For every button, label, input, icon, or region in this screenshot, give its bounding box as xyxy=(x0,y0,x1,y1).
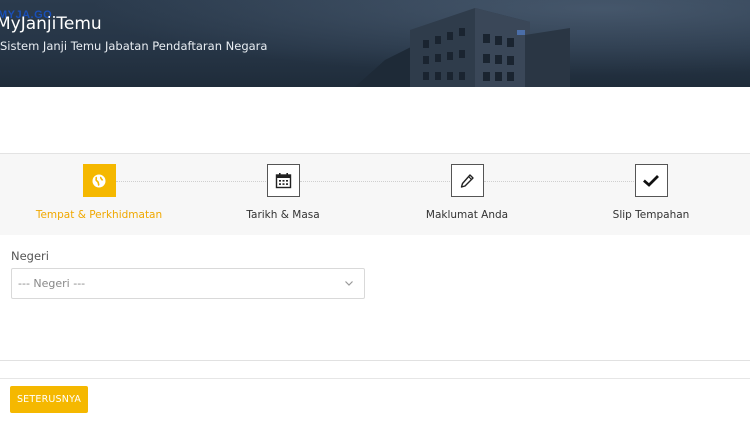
step-icon-box xyxy=(266,164,300,197)
negeri-label: Negeri xyxy=(11,249,49,263)
step-slip-tempahan[interactable]: Slip Tempahan xyxy=(561,164,741,221)
step-maklumat-anda[interactable]: Maklumat Anda xyxy=(377,164,557,221)
check-icon xyxy=(643,174,659,187)
step-label: Tempat & Perkhidmatan xyxy=(35,209,163,221)
step-label: Tarikh & Masa xyxy=(246,209,320,221)
step-icon-box xyxy=(450,164,484,197)
step-label: Slip Tempahan xyxy=(612,209,690,221)
step-icon-box xyxy=(634,164,668,197)
globe-icon xyxy=(92,174,106,187)
step-icon-box xyxy=(82,164,116,197)
pencil-icon xyxy=(460,173,474,188)
step-label: Maklumat Anda xyxy=(425,209,509,221)
negeri-select[interactable]: --- Negeri --- xyxy=(11,268,365,299)
step-tarikh-masa[interactable]: Tarikh & Masa xyxy=(193,164,373,221)
chevron-down-icon xyxy=(345,281,353,286)
calendar-icon xyxy=(275,173,291,189)
negeri-selected-value: --- Negeri --- xyxy=(18,277,86,290)
divider xyxy=(0,360,750,361)
step-tempat-perkhidmatan[interactable]: Tempat & Perkhidmatan xyxy=(9,164,189,221)
header-banner: MYJA.GO MyJanjiTemu Sistem Janji Temu Ja… xyxy=(0,0,750,87)
divider xyxy=(0,378,750,379)
app-title: MyJanjiTemu xyxy=(0,14,102,34)
seterusnya-button[interactable]: SETERUSNYA xyxy=(10,386,88,413)
building-image xyxy=(355,8,570,87)
app-subtitle: Sistem Janji Temu Jabatan Pendaftaran Ne… xyxy=(0,39,268,53)
page: MYJA.GO MyJanjiTemu Sistem Janji Temu Ja… xyxy=(0,0,750,430)
booking-stepper: Tempat & Perkhidmatan Tarikh & Masa Makl… xyxy=(0,153,750,235)
